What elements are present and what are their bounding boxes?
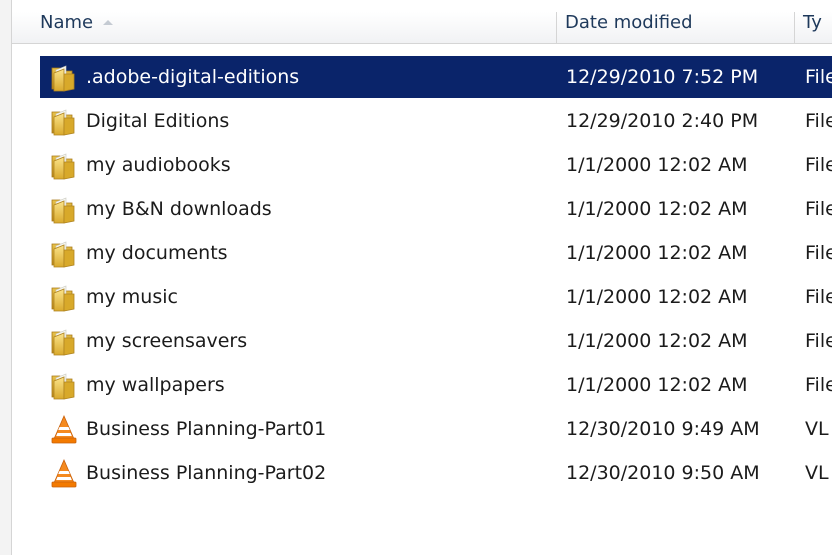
file-name: .adobe-digital-editions (86, 66, 300, 88)
folder-icon (50, 62, 78, 92)
file-date-modified: 1/1/2000 12:02 AM (566, 374, 748, 396)
file-name: my audiobooks (86, 154, 231, 176)
file-row[interactable]: .adobe-digital-editions 12/29/2010 7:52 P… (40, 56, 832, 98)
folder-icon (50, 150, 78, 180)
folder-icon (50, 194, 78, 224)
file-type: File (805, 330, 832, 352)
file-type: VL (805, 418, 829, 440)
folder-icon (50, 370, 78, 400)
file-date-modified: 1/1/2000 12:02 AM (566, 330, 748, 352)
file-date-modified: 1/1/2000 12:02 AM (566, 198, 748, 220)
file-date-modified: 1/1/2000 12:02 AM (566, 286, 748, 308)
vlc-icon (50, 414, 78, 444)
file-name: Digital Editions (86, 110, 230, 132)
column-header-type-label: Ty (803, 12, 822, 33)
file-row[interactable]: my audiobooks 1/1/2000 12:02 AM File (40, 144, 832, 186)
navigation-pane-edge (0, 0, 12, 555)
file-date-modified: 1/1/2000 12:02 AM (566, 242, 748, 264)
file-type: File (805, 66, 832, 88)
column-header-date-label: Date modified (565, 12, 693, 33)
file-row[interactable]: my music 1/1/2000 12:02 AM File (40, 276, 832, 318)
column-header-name[interactable]: Name (12, 12, 556, 43)
folder-icon (50, 106, 78, 136)
file-date-modified: 12/29/2010 2:40 PM (566, 110, 759, 132)
file-date-modified: 1/1/2000 12:02 AM (566, 154, 748, 176)
file-name: my screensavers (86, 330, 248, 352)
file-name: my music (86, 286, 178, 308)
column-header-date-modified[interactable]: Date modified (556, 12, 794, 43)
file-row[interactable]: my B&N downloads 1/1/2000 12:02 AM File (40, 188, 832, 230)
file-row[interactable]: Digital Editions 12/29/2010 2:40 PM File (40, 100, 832, 142)
file-row[interactable]: my screensavers 1/1/2000 12:02 AM File (40, 320, 832, 362)
folder-icon (50, 238, 78, 268)
folder-icon (50, 326, 78, 356)
file-name: Business Planning-Part01 (86, 418, 327, 440)
file-type: File (805, 242, 832, 264)
file-type: File (805, 154, 832, 176)
vlc-icon (50, 458, 78, 488)
file-name: my wallpapers (86, 374, 225, 396)
file-date-modified: 12/30/2010 9:50 AM (566, 462, 760, 484)
file-type: File (805, 198, 832, 220)
file-type: File (805, 374, 832, 396)
file-type: File (805, 110, 832, 132)
file-name: Business Planning-Part02 (86, 462, 327, 484)
file-row[interactable]: Business Planning-Part02 12/30/2010 9:50 … (40, 452, 832, 494)
file-row[interactable]: my wallpapers 1/1/2000 12:02 AM File (40, 364, 832, 406)
column-header-name-label: Name (40, 12, 94, 33)
file-date-modified: 12/29/2010 7:52 PM (566, 66, 759, 88)
column-header-type[interactable]: Ty (794, 12, 832, 43)
file-date-modified: 12/30/2010 9:49 AM (566, 418, 760, 440)
file-name: my documents (86, 242, 228, 264)
sort-ascending-icon (103, 20, 114, 25)
file-row[interactable]: Business Planning-Part01 12/30/2010 9:49 … (40, 408, 832, 450)
file-name: my B&N downloads (86, 198, 272, 220)
window-top-strip (0, 0, 832, 12)
column-header-bar: Name Date modified Ty (12, 12, 832, 44)
file-type: File (805, 286, 832, 308)
file-row[interactable]: my documents 1/1/2000 12:02 AM File (40, 232, 832, 274)
folder-icon (50, 282, 78, 312)
file-type: VL (805, 462, 829, 484)
